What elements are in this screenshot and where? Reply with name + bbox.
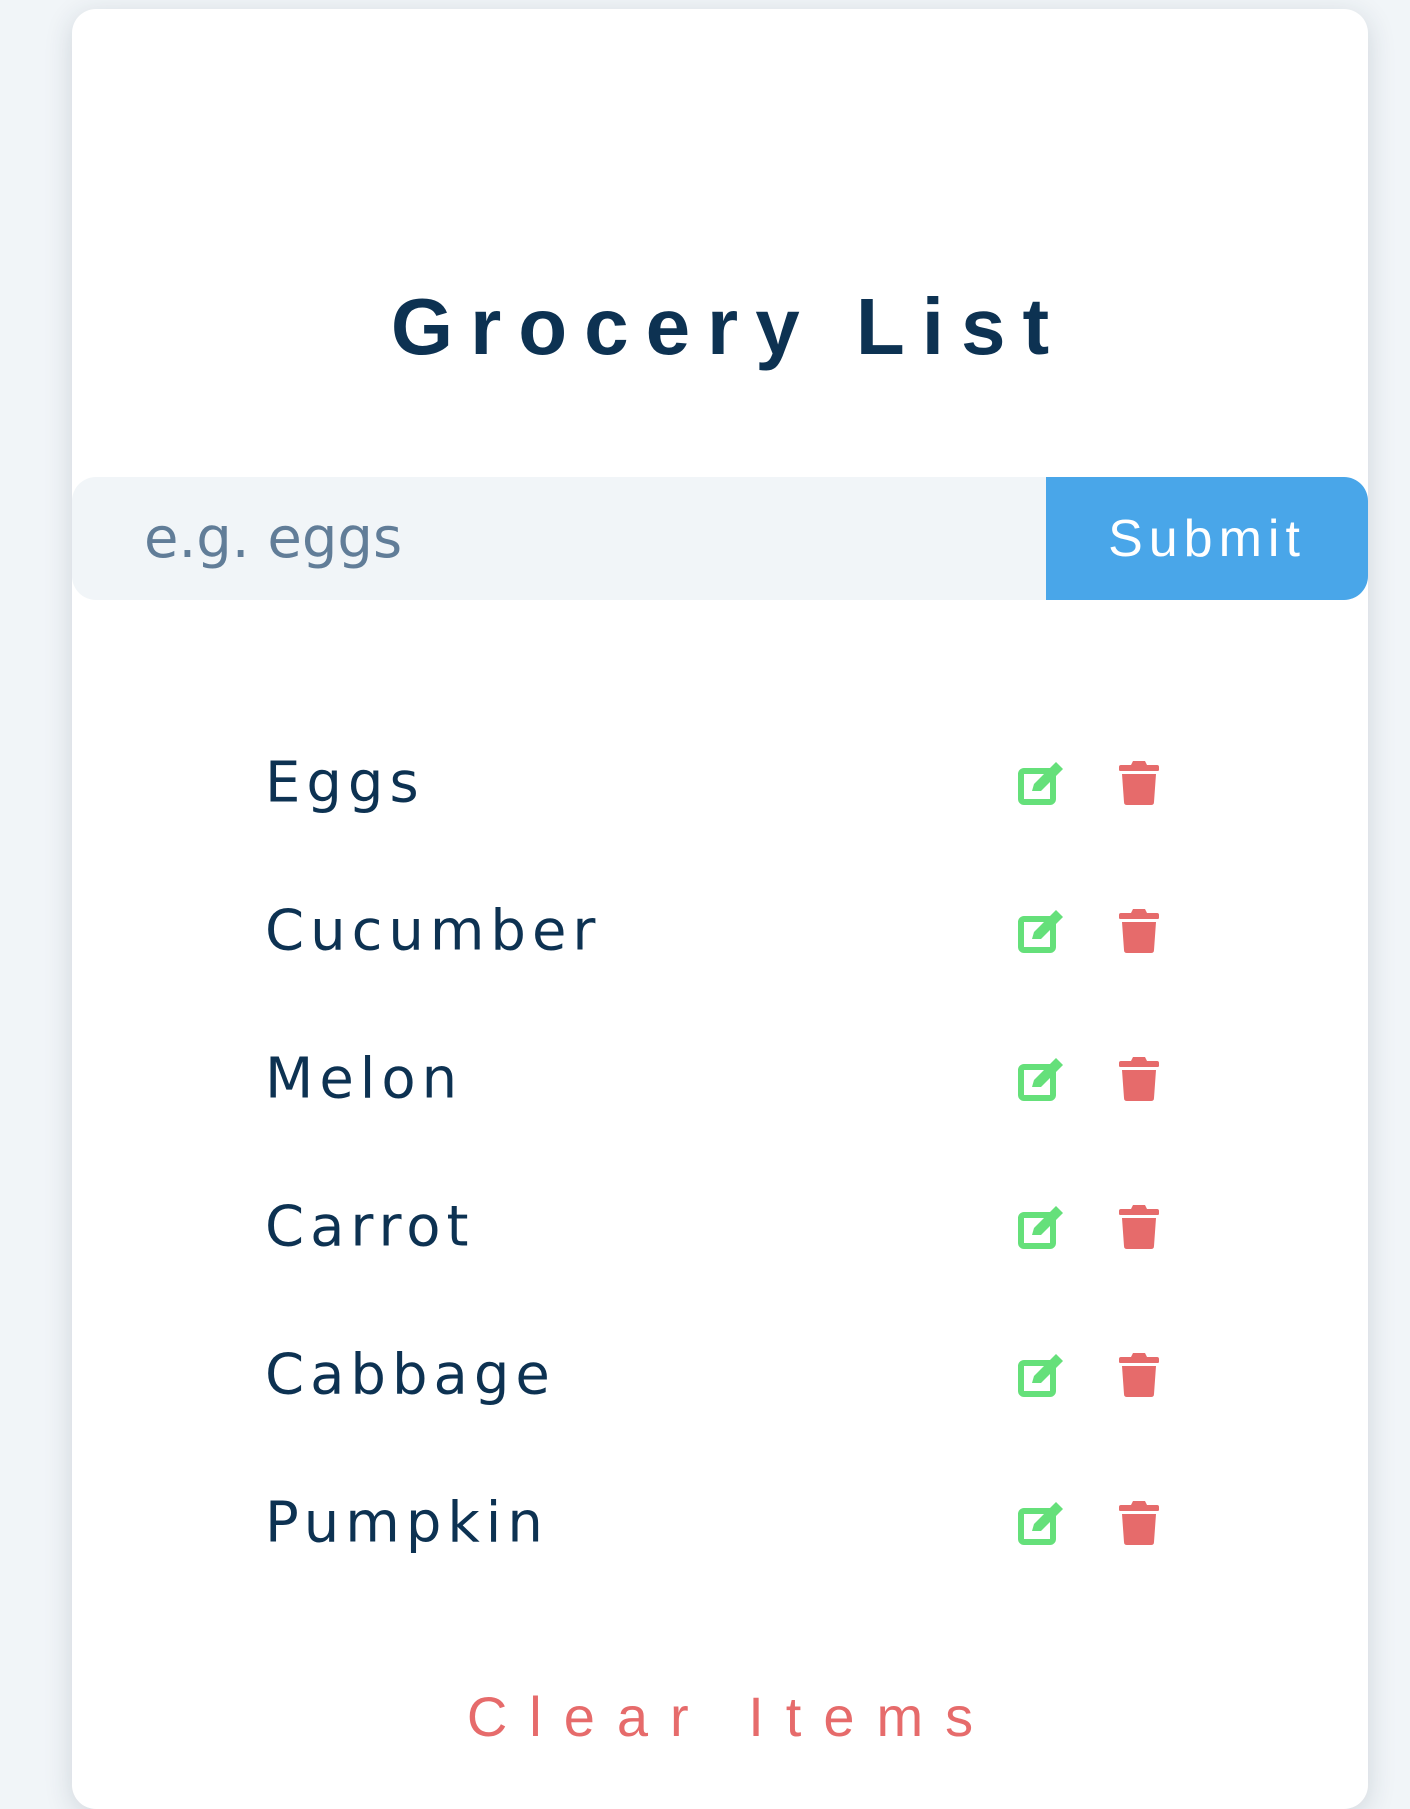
delete-button[interactable] — [1109, 1197, 1169, 1257]
edit-icon — [1018, 909, 1065, 953]
edit-icon — [1018, 1501, 1065, 1545]
item-name: Cabbage — [265, 1342, 556, 1408]
edit-button[interactable] — [1014, 901, 1074, 961]
edit-button[interactable] — [1014, 1345, 1074, 1405]
edit-button[interactable] — [1014, 1493, 1074, 1553]
list-item: Eggs — [72, 723, 1368, 843]
delete-button[interactable] — [1109, 1049, 1169, 1109]
list-item: Melon — [72, 1019, 1368, 1139]
trash-icon — [1119, 1205, 1159, 1249]
clear-items-button[interactable]: Clear Items — [72, 1689, 1368, 1745]
submit-button[interactable]: Submit — [1046, 477, 1368, 600]
page-title: Grocery List — [390, 282, 1067, 371]
grocery-input[interactable] — [72, 477, 1046, 600]
list-item: Cabbage — [72, 1315, 1368, 1435]
item-name: Eggs — [265, 750, 425, 816]
item-name: Carrot — [265, 1194, 475, 1260]
edit-button[interactable] — [1014, 1197, 1074, 1257]
edit-icon — [1018, 1353, 1065, 1397]
delete-button[interactable] — [1109, 901, 1169, 961]
edit-icon — [1018, 1057, 1065, 1101]
edit-icon — [1018, 1205, 1065, 1249]
trash-icon — [1119, 1501, 1159, 1545]
grocery-card: Grocery List Submit Eggs Cucumber — [72, 9, 1368, 1809]
list-item: Pumpkin — [72, 1463, 1368, 1583]
delete-button[interactable] — [1109, 1493, 1169, 1553]
item-name: Cucumber — [265, 898, 602, 964]
edit-button[interactable] — [1014, 1049, 1074, 1109]
trash-icon — [1119, 761, 1159, 805]
item-name: Melon — [265, 1046, 464, 1112]
delete-button[interactable] — [1109, 753, 1169, 813]
edit-button[interactable] — [1014, 753, 1074, 813]
trash-icon — [1119, 909, 1159, 953]
trash-icon — [1119, 1353, 1159, 1397]
trash-icon — [1119, 1057, 1159, 1101]
delete-button[interactable] — [1109, 1345, 1169, 1405]
edit-icon — [1018, 761, 1065, 805]
list-item: Cucumber — [72, 871, 1368, 991]
grocery-form: Submit — [72, 477, 1368, 600]
list-item: Carrot — [72, 1167, 1368, 1287]
item-name: Pumpkin — [265, 1490, 549, 1556]
